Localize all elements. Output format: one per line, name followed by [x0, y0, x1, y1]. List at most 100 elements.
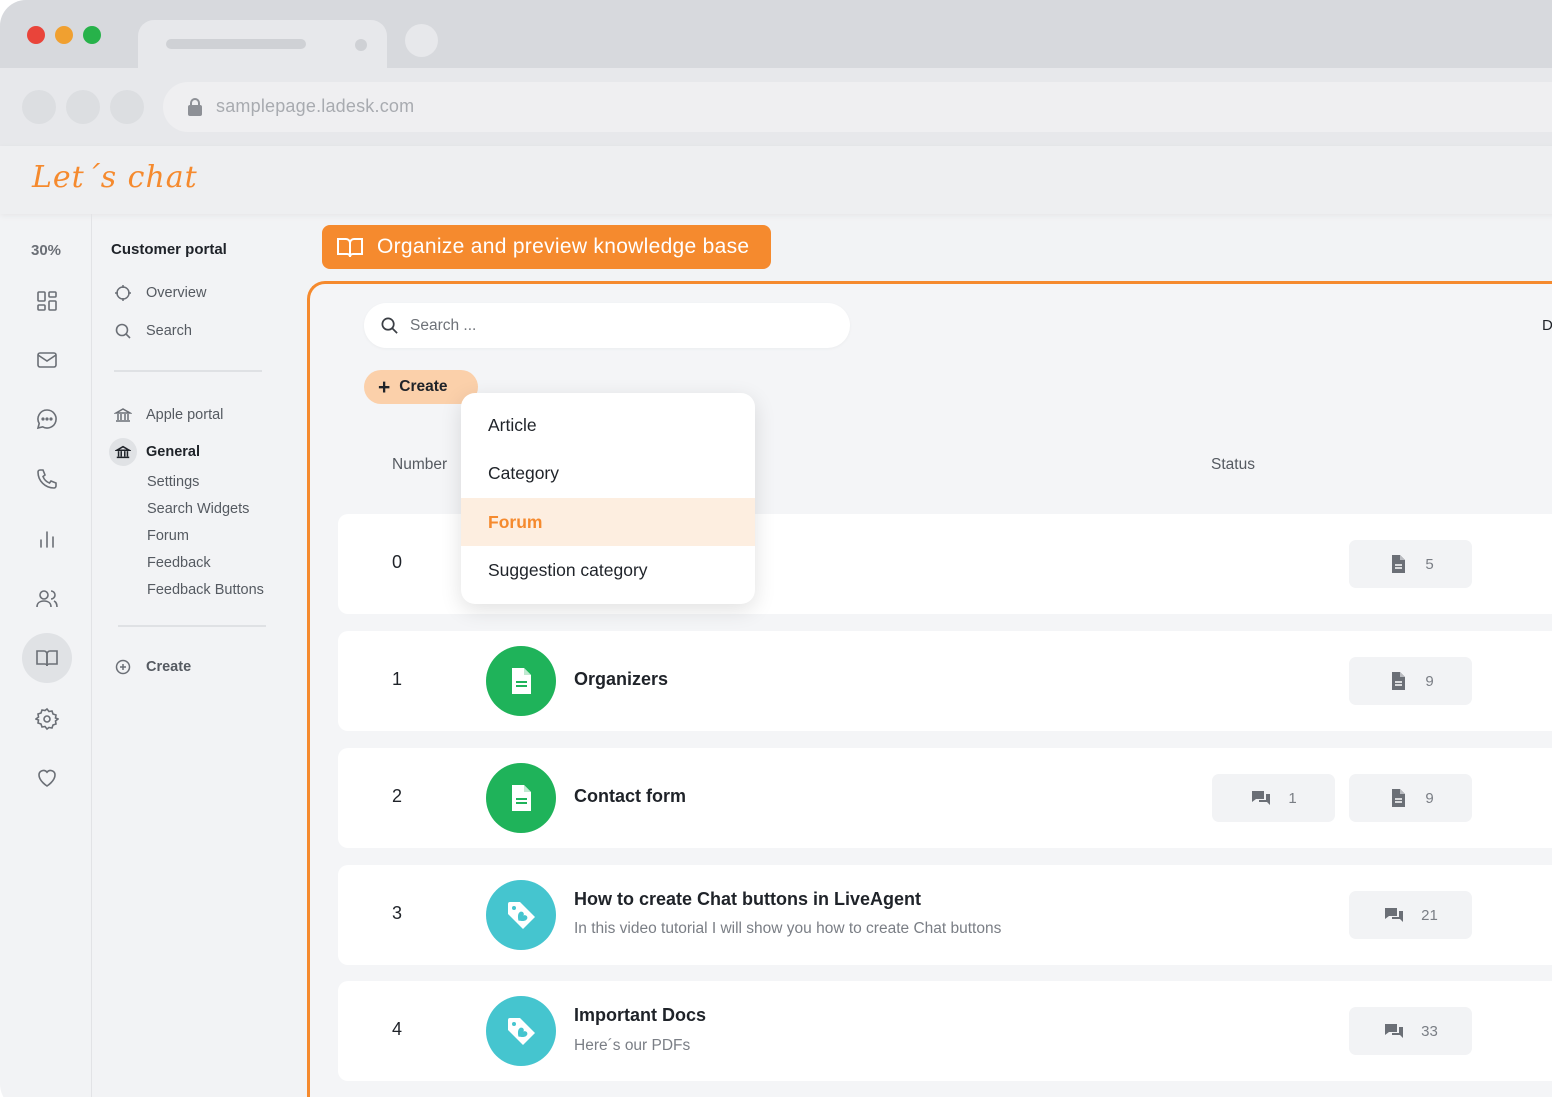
row-title[interactable]: Organizers	[574, 669, 668, 690]
subnav-label-create: Create	[146, 659, 192, 675]
row-number: 0	[392, 552, 403, 572]
row-number: 3	[392, 903, 403, 923]
docs-count-badge[interactable]: 9	[1349, 774, 1472, 822]
comments-count-badge[interactable]: 33	[1349, 1007, 1472, 1055]
progress-percent: 30%	[30, 242, 62, 259]
row-title[interactable]: Important Docs	[574, 1005, 706, 1026]
menu-item-forum[interactable]: Forum	[461, 498, 755, 546]
search-icon	[381, 317, 398, 334]
document-icon	[1392, 789, 1406, 807]
tab-title-placeholder	[166, 39, 306, 49]
comments-icon	[1252, 791, 1271, 805]
row-description: In this video tutorial I will show you h…	[574, 920, 1002, 937]
subnav-child-forum[interactable]: Forum	[147, 528, 189, 544]
subnav-label-apple-portal: Apple portal	[146, 407, 224, 423]
cut-off-label: D	[1542, 317, 1552, 334]
docs-count-badge[interactable]: 5	[1349, 540, 1472, 588]
row-number: 1	[392, 669, 403, 689]
comments-count-badge[interactable]: 1	[1212, 774, 1335, 822]
browser-tab[interactable]	[138, 20, 387, 70]
app-logo[interactable]: Let´s chat	[32, 160, 198, 195]
back-button[interactable]	[22, 90, 56, 124]
document-icon	[1392, 672, 1406, 690]
add-circle-icon	[115, 659, 131, 675]
menu-item-category[interactable]: Category	[461, 449, 755, 497]
comments-icon	[1385, 908, 1404, 922]
app-header: Let´s chat	[0, 146, 1552, 214]
url-text: samplepage.ladesk.com	[216, 96, 415, 116]
table-row[interactable]: 4 Important Docs Here´s our PDFs 33	[338, 981, 1552, 1081]
forum-avatar	[486, 880, 556, 950]
reports-icon[interactable]	[24, 516, 70, 562]
comments-count-badge[interactable]: 21	[1349, 891, 1472, 939]
dashboard-icon[interactable]	[24, 278, 70, 324]
portal-icon	[115, 445, 131, 459]
column-header-number[interactable]: Number	[392, 456, 447, 474]
minimize-window-button[interactable]	[55, 26, 73, 44]
comments-icon	[1385, 1024, 1404, 1038]
subnav-item-overview[interactable]: Overview	[114, 284, 206, 302]
subnav-label-search: Search	[146, 323, 192, 339]
document-icon	[512, 668, 531, 694]
mail-icon[interactable]	[24, 337, 70, 383]
subnav-item-search[interactable]: Search	[114, 322, 192, 340]
category-avatar	[486, 646, 556, 716]
search-box	[364, 303, 850, 348]
row-description: Here´s our PDFs	[574, 1037, 691, 1054]
subnav-child-search-widgets[interactable]: Search Widgets	[147, 501, 249, 517]
table-row[interactable]: 3 How to create Chat buttons in LiveAgen…	[338, 865, 1552, 965]
chat-icon[interactable]	[24, 396, 70, 442]
address-bar[interactable]: samplepage.ladesk.com	[163, 82, 1552, 132]
subnav-child-settings[interactable]: Settings	[147, 474, 199, 490]
subnav-divider	[118, 625, 266, 627]
forward-button[interactable]	[66, 90, 100, 124]
menu-item-article[interactable]: Article	[461, 401, 755, 449]
phone-icon[interactable]	[24, 456, 70, 502]
close-window-button[interactable]	[27, 26, 45, 44]
category-avatar	[486, 763, 556, 833]
create-button[interactable]: + Create	[364, 370, 478, 404]
heart-icon[interactable]	[24, 755, 70, 801]
column-header-status[interactable]: Status	[1211, 456, 1255, 474]
comments-count: 33	[1421, 1022, 1438, 1040]
docs-count: 9	[1425, 789, 1434, 807]
reload-button[interactable]	[110, 90, 144, 124]
tab-close-icon[interactable]	[355, 39, 367, 51]
subnav-item-general[interactable]: General	[109, 438, 200, 466]
overview-icon	[115, 285, 131, 301]
general-portal-icon-wrap	[109, 438, 137, 466]
forum-avatar	[486, 996, 556, 1066]
search-input[interactable]	[410, 316, 810, 335]
tag-heart-icon	[508, 902, 535, 929]
subnav-label-overview: Overview	[146, 285, 207, 301]
knowledge-base-icon[interactable]	[22, 633, 72, 683]
comments-count: 1	[1288, 789, 1297, 807]
knowledge-base-subnav: Customer portal Overview Search Apple po…	[92, 214, 307, 1097]
document-icon	[1392, 555, 1406, 573]
portal-icon	[114, 408, 132, 422]
subnav-child-feedback[interactable]: Feedback	[147, 555, 211, 571]
subnav-item-apple-portal[interactable]: Apple portal	[114, 406, 223, 424]
table-row[interactable]: 2 Contact form 1 9	[338, 748, 1552, 848]
new-tab-button[interactable]	[405, 24, 438, 57]
menu-item-suggestion-category[interactable]: Suggestion category	[461, 546, 755, 594]
docs-count-badge[interactable]: 9	[1349, 657, 1472, 705]
book-icon	[337, 238, 363, 258]
row-title[interactable]: Contact form	[574, 786, 686, 807]
maximize-window-button[interactable]	[83, 26, 101, 44]
subnav-label-general: General	[146, 444, 200, 460]
subnav-child-feedback-buttons[interactable]: Feedback Buttons	[147, 582, 264, 598]
plus-icon: +	[378, 375, 391, 399]
settings-icon[interactable]	[24, 696, 70, 742]
create-button-label: Create	[399, 378, 448, 395]
banner-text: Organize and preview knowledge base	[377, 235, 750, 258]
table-row[interactable]: 1 Organizers 9	[338, 631, 1552, 731]
create-dropdown-menu: Article Category Forum Suggestion catego…	[461, 393, 755, 604]
subnav-item-create[interactable]: Create	[114, 658, 191, 676]
contacts-icon[interactable]	[24, 576, 70, 622]
lock-icon	[188, 98, 202, 116]
subnav-divider	[114, 370, 262, 372]
tab-strip	[0, 0, 1552, 70]
row-number: 4	[392, 1019, 403, 1039]
row-title[interactable]: How to create Chat buttons in LiveAgent	[574, 889, 921, 910]
